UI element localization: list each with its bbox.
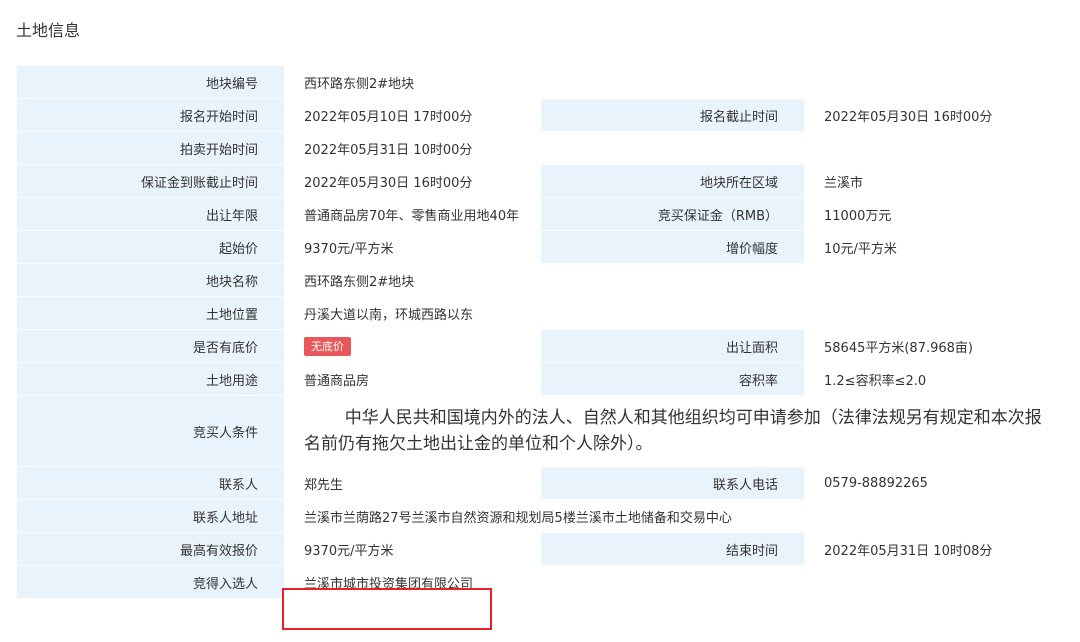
table-row: 联系人地址 兰溪市兰荫路27号兰溪市自然资源和规划局5楼兰溪市土地储备和交易中心 [16, 499, 1067, 533]
lease-term-value: 普通商品房70年、零售商业用地40年 [284, 197, 541, 231]
highest-bid-label: 最高有效报价 [16, 532, 285, 566]
table-row: 地块名称 西环路东侧2#地块 [16, 263, 1067, 297]
parcel-number-value: 西环路东侧2#地块 [284, 65, 1067, 99]
starting-price-value: 9370元/平方米 [284, 230, 541, 264]
starting-price-label: 起始价 [16, 230, 285, 264]
transfer-area-value: 58645平方米(87.968亩) [804, 329, 1067, 363]
table-row: 竞得入选人 兰溪市城市投资集团有限公司 [16, 565, 1067, 599]
land-use-label: 土地用途 [16, 362, 285, 396]
deposit-deadline-value: 2022年05月30日 16时00分 [284, 164, 541, 198]
table-row: 保证金到账截止时间 2022年05月30日 16时00分 地块所在区域 兰溪市 [16, 164, 1067, 198]
highest-bid-value: 9370元/平方米 [284, 532, 541, 566]
contact-address-label: 联系人地址 [16, 499, 285, 533]
winning-bidder-label: 竞得入选人 [16, 565, 285, 599]
land-location-label: 土地位置 [16, 296, 285, 330]
land-use-value: 普通商品房 [284, 362, 541, 396]
lease-term-label: 出让年限 [16, 197, 285, 231]
registration-end-label: 报名截止时间 [540, 98, 805, 132]
auction-start-label: 拍卖开始时间 [16, 131, 285, 165]
winning-bidder-value: 兰溪市城市投资集团有限公司 [284, 565, 1067, 599]
registration-start-value: 2022年05月10日 17时00分 [284, 98, 541, 132]
parcel-region-label: 地块所在区域 [540, 164, 805, 198]
page-title: 土地信息 [16, 21, 81, 40]
table-row: 出让年限 普通商品房70年、零售商业用地40年 竞买保证金（RMB） 11000… [16, 197, 1067, 231]
no-reserve-badge: 无底价 [304, 336, 351, 356]
contact-person-label: 联系人 [16, 466, 285, 500]
bidder-conditions-label: 竞买人条件 [16, 395, 285, 467]
end-time-value: 2022年05月31日 10时08分 [804, 532, 1067, 566]
table-row: 是否有底价 无底价 出让面积 58645平方米(87.968亩) [16, 329, 1067, 363]
land-location-value: 丹溪大道以南，环城西路以东 [284, 296, 1067, 330]
bidder-conditions-value: 中华人民共和国境内外的法人、自然人和其他组织均可申请参加（法律法规另有规定和本次… [304, 408, 1042, 454]
land-info-table: 地块编号 西环路东侧2#地块 报名开始时间 2022年05月10日 17时00分… [16, 65, 1067, 599]
table-row: 拍卖开始时间 2022年05月31日 10时00分 [16, 131, 1067, 165]
contact-address-value: 兰溪市兰荫路27号兰溪市自然资源和规划局5楼兰溪市土地储备和交易中心 [284, 499, 1067, 533]
table-row: 起始价 9370元/平方米 增价幅度 10元/平方米 [16, 230, 1067, 264]
bidder-conditions-cell: 中华人民共和国境内外的法人、自然人和其他组织均可申请参加（法律法规另有规定和本次… [284, 395, 1067, 467]
reserve-price-label: 是否有底价 [16, 329, 285, 363]
reserve-price-value: 无底价 [284, 329, 541, 363]
plot-ratio-value: 1.2≤容积率≤2.0 [804, 362, 1067, 396]
parcel-region-value: 兰溪市 [804, 164, 1067, 198]
registration-start-label: 报名开始时间 [16, 98, 285, 132]
auction-start-value: 2022年05月31日 10时00分 [284, 131, 1067, 165]
bid-deposit-label: 竞买保证金（RMB） [540, 197, 805, 231]
table-row: 土地用途 普通商品房 容积率 1.2≤容积率≤2.0 [16, 362, 1067, 396]
table-row: 最高有效报价 9370元/平方米 结束时间 2022年05月31日 10时08分 [16, 532, 1067, 566]
parcel-number-label: 地块编号 [16, 65, 285, 99]
contact-person-value: 郑先生 [284, 466, 541, 500]
contact-phone-label: 联系人电话 [540, 466, 805, 500]
parcel-name-value: 西环路东侧2#地块 [284, 263, 1067, 297]
parcel-name-label: 地块名称 [16, 263, 285, 297]
table-row: 土地位置 丹溪大道以南，环城西路以东 [16, 296, 1067, 330]
price-increment-value: 10元/平方米 [804, 230, 1067, 264]
price-increment-label: 增价幅度 [540, 230, 805, 264]
end-time-label: 结束时间 [540, 532, 805, 566]
table-row: 竞买人条件 中华人民共和国境内外的法人、自然人和其他组织均可申请参加（法律法规另… [16, 395, 1067, 467]
table-row: 地块编号 西环路东侧2#地块 [16, 65, 1067, 99]
transfer-area-label: 出让面积 [540, 329, 805, 363]
registration-end-value: 2022年05月30日 16时00分 [804, 98, 1067, 132]
deposit-deadline-label: 保证金到账截止时间 [16, 164, 285, 198]
table-row: 报名开始时间 2022年05月10日 17时00分 报名截止时间 2022年05… [16, 98, 1067, 132]
bid-deposit-value: 11000万元 [804, 197, 1067, 231]
plot-ratio-label: 容积率 [540, 362, 805, 396]
table-row: 联系人 郑先生 联系人电话 0579-88892265 [16, 466, 1067, 500]
contact-phone-value: 0579-88892265 [804, 466, 1067, 500]
